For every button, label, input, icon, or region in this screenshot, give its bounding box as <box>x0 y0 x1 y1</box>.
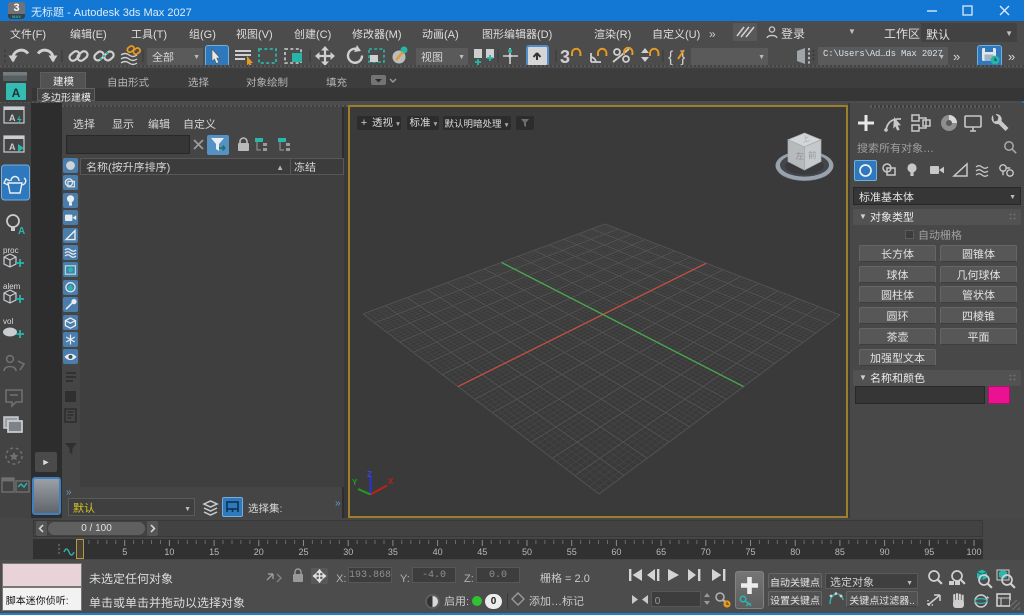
svg-text:X: X <box>388 477 394 486</box>
svg-text:A: A <box>18 226 25 237</box>
svg-text:Y: Y <box>352 478 358 487</box>
svg-text:A: A <box>9 142 16 152</box>
svg-text:40: 40 <box>433 547 443 557</box>
svg-text:20: 20 <box>254 547 264 557</box>
svg-text:A: A <box>12 86 21 100</box>
svg-text:100: 100 <box>966 547 981 557</box>
svg-text:10: 10 <box>164 547 174 557</box>
svg-text:5: 5 <box>122 547 127 557</box>
svg-text:75: 75 <box>745 547 755 557</box>
svg-text:65: 65 <box>656 547 666 557</box>
svg-text:A: A <box>9 113 16 123</box>
svg-text:95: 95 <box>924 547 934 557</box>
svg-text:45: 45 <box>477 547 487 557</box>
svg-text:左: 左 <box>796 150 805 162</box>
svg-text:vol: vol <box>3 317 13 326</box>
svg-text:前: 前 <box>808 149 817 161</box>
svg-text:90: 90 <box>880 547 890 557</box>
svg-text:15: 15 <box>209 547 219 557</box>
svg-text:proc: proc <box>3 246 19 255</box>
svg-text:Z: Z <box>367 470 372 479</box>
svg-text:55: 55 <box>567 547 577 557</box>
svg-text:25: 25 <box>298 547 308 557</box>
svg-text:60: 60 <box>611 547 621 557</box>
svg-text:30: 30 <box>343 547 353 557</box>
svg-text:70: 70 <box>701 547 711 557</box>
svg-text:3: 3 <box>560 47 570 67</box>
svg-text:{: { <box>668 49 674 66</box>
svg-text:35: 35 <box>388 547 398 557</box>
svg-text:85: 85 <box>835 547 845 557</box>
svg-text:80: 80 <box>790 547 800 557</box>
svg-text:alem: alem <box>3 282 21 291</box>
svg-text:上: 上 <box>801 133 811 146</box>
svg-text:50: 50 <box>522 547 532 557</box>
